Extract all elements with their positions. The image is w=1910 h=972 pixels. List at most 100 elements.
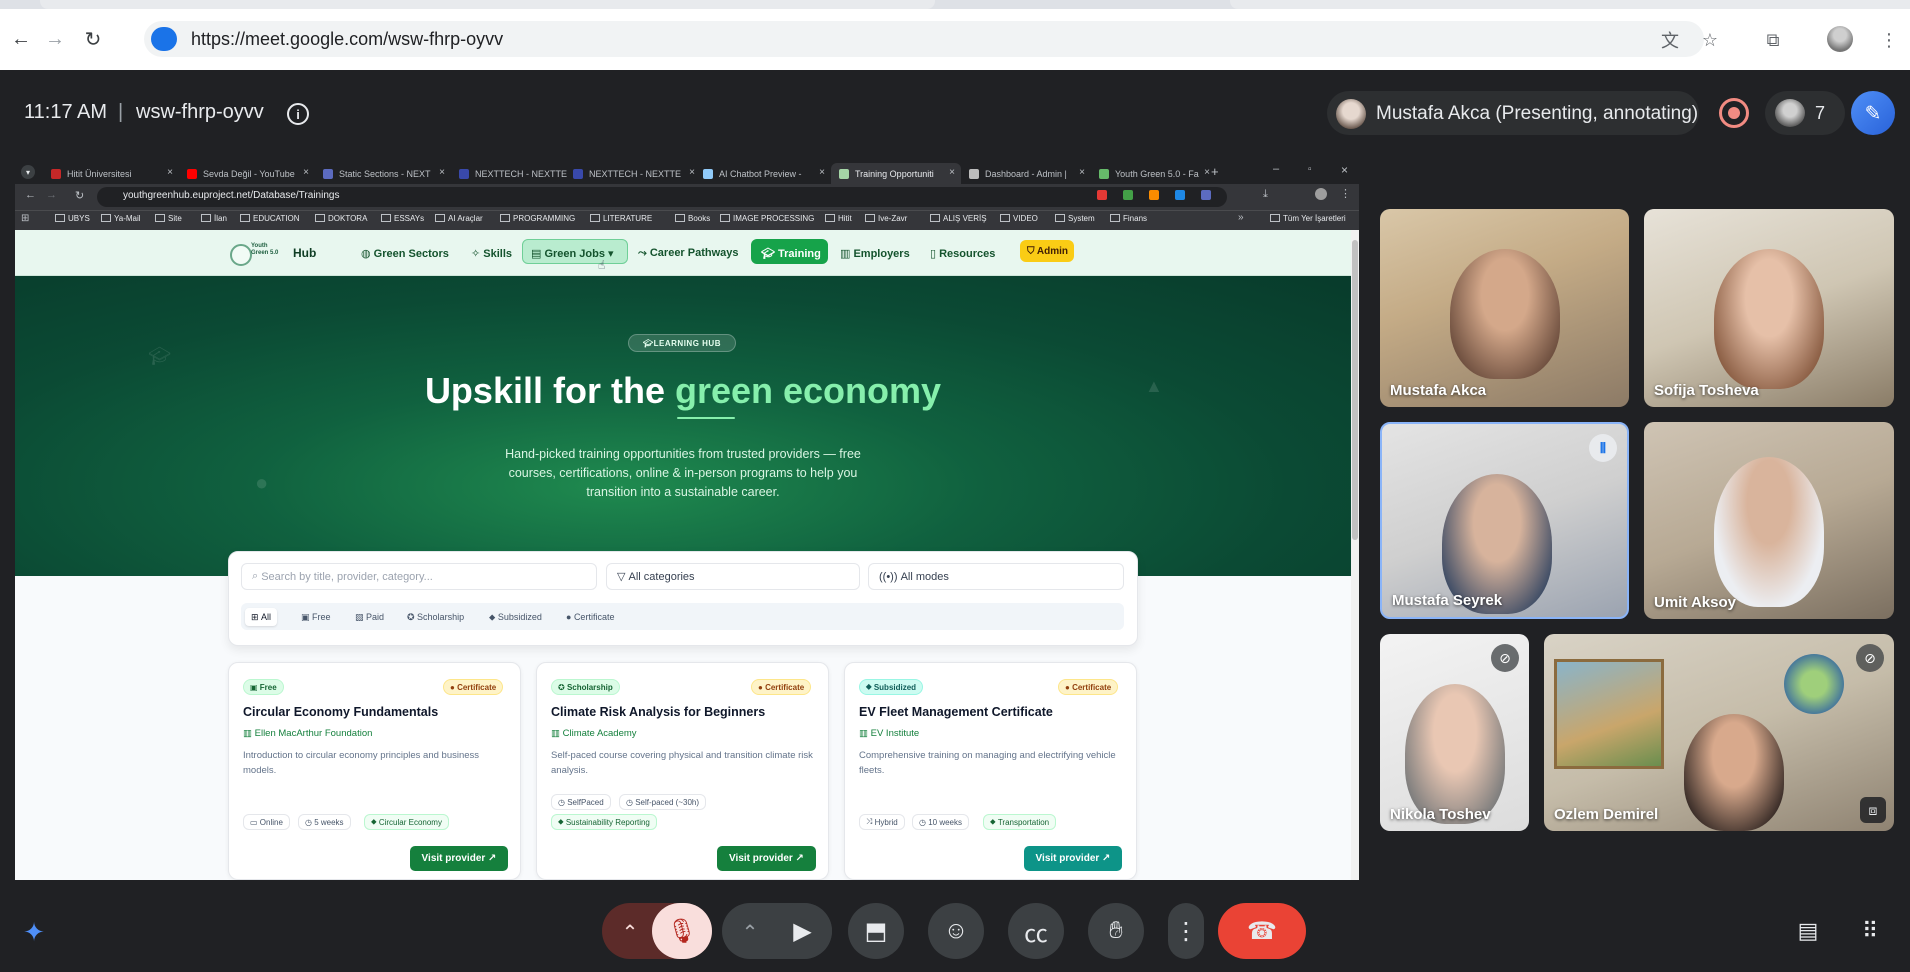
search-input[interactable]: ⌕ Search by title, provider, category... <box>241 563 597 590</box>
mic-options-chevron-icon[interactable]: ⌃ <box>610 912 650 952</box>
shared-tab[interactable]: Dashboard - Admin | × <box>961 163 1091 184</box>
shared-tab[interactable]: Youth Green 5.0 - Fa × <box>1091 163 1216 184</box>
visit-provider-button[interactable]: Visit provider ↗ <box>410 846 508 871</box>
bookmark-item[interactable]: Hitit <box>825 214 852 223</box>
chip-subsidized[interactable]: ⬥ Subsidized <box>483 608 548 626</box>
profile-avatar[interactable] <box>1827 26 1853 52</box>
reload-icon[interactable]: ↻ <box>78 24 108 54</box>
tab-close-icon[interactable]: × <box>819 167 825 178</box>
recording-icon[interactable] <box>1719 98 1749 128</box>
chat-icon[interactable]: ▤ <box>1793 916 1823 946</box>
activities-grid-icon[interactable]: ⠿ <box>1855 916 1885 946</box>
participant-tile[interactable]: Umit Aksoy <box>1644 422 1894 619</box>
bookmark-item[interactable]: İlan <box>201 214 227 223</box>
bookmark-item[interactable]: UBYS <box>55 214 90 223</box>
participant-tile[interactable]: ⊘ Ozlem Demirel ⧈ <box>1544 634 1894 831</box>
nav-training[interactable]: 🎓︎ Training <box>761 247 821 260</box>
site-logo-icon[interactable] <box>230 244 252 266</box>
mode-select[interactable]: ((•)) All modes <box>868 563 1124 590</box>
minimize-icon[interactable]: – <box>1273 163 1279 175</box>
bookmark-item-all[interactable]: Tüm Yer İşaretleri <box>1270 214 1346 223</box>
extensions-icon[interactable]: ⧉ <box>1760 27 1786 53</box>
tab-close-icon[interactable]: × <box>1204 167 1210 178</box>
raise-hand-button[interactable]: ✋︎ <box>1088 903 1144 959</box>
bookmark-item[interactable]: Books <box>675 214 710 223</box>
extension-icon[interactable] <box>1175 190 1185 200</box>
bookmark-item[interactable]: PROGRAMMING <box>500 214 575 223</box>
shared-tab[interactable]: Hitit Üniversitesi × <box>43 163 179 184</box>
camera-options-chevron-icon[interactable]: ⌃ <box>730 912 770 952</box>
translate-icon[interactable]: 文 <box>1657 27 1683 53</box>
address-bar-url[interactable]: https://meet.google.com/wsw-fhrp-oyvv <box>191 29 503 50</box>
tab-close-icon[interactable]: × <box>167 167 173 178</box>
chip-scholarship[interactable]: ✪ Scholarship <box>401 608 470 626</box>
bookmark-item[interactable]: LITERATURE <box>590 214 652 223</box>
extension-icon[interactable] <box>1201 190 1211 200</box>
shared-profile-avatar[interactable] <box>1315 188 1327 200</box>
participant-tile[interactable]: Sofija Tosheva <box>1644 209 1894 407</box>
shared-tab[interactable]: Static Sections - NEXT × <box>315 163 451 184</box>
tab-close-icon[interactable]: × <box>439 167 445 178</box>
crop-icon[interactable]: ⧈ <box>1860 797 1886 823</box>
shared-url-text[interactable]: youthgreenhub.euproject.net/Database/Tra… <box>123 190 339 201</box>
download-icon[interactable]: ⤓ <box>1263 188 1268 201</box>
chip-free[interactable]: ▣ Free <box>295 608 337 626</box>
chip-certificate[interactable]: ● Certificate <box>560 608 620 626</box>
leave-call-button[interactable]: ☎︎ <box>1218 903 1306 959</box>
nav-green-sectors[interactable]: ◍ Green Sectors <box>361 247 449 260</box>
nav-career-pathways[interactable]: ⤳ Career Pathways <box>638 247 739 260</box>
shared-forward-icon[interactable]: → <box>46 189 57 201</box>
nav-resources[interactable]: ▯ Resources <box>930 247 995 260</box>
nav-skills[interactable]: ✧ Skills <box>471 247 512 260</box>
chip-paid[interactable]: ▧ Paid <box>349 608 390 626</box>
bookmark-item[interactable]: Ya-Mail <box>101 214 141 223</box>
extension-icon[interactable] <box>1097 190 1107 200</box>
tab-close-icon[interactable]: × <box>1079 167 1085 178</box>
shared-tab[interactable]: AI Chatbot Preview - × <box>695 163 831 184</box>
bookmark-item[interactable]: System <box>1055 214 1095 223</box>
bookmark-star-icon[interactable]: ☆ <box>1697 27 1723 53</box>
bookmark-item[interactable]: DOKTORA <box>315 214 367 223</box>
restore-icon[interactable]: ▫ <box>1308 164 1312 175</box>
meeting-info-icon[interactable]: i <box>287 103 309 125</box>
bookmark-item[interactable]: Ive-Zavr <box>865 214 907 223</box>
bookmark-item[interactable]: ESSAYs <box>381 214 424 223</box>
tab-close-icon[interactable]: × <box>303 167 309 178</box>
bookmarks-overflow-icon[interactable]: » <box>1238 212 1244 223</box>
apps-grid-icon[interactable]: ⊞ <box>21 213 29 224</box>
scrollbar-thumb[interactable] <box>1352 240 1358 540</box>
window-close-icon[interactable]: × <box>1341 163 1348 177</box>
bookmark-item[interactable]: VIDEO <box>1000 214 1038 223</box>
participant-tile[interactable]: ⊘ Nikola Toshev <box>1380 634 1529 831</box>
bookmark-item[interactable]: IMAGE PROCESSING <box>720 214 814 223</box>
reactions-button[interactable]: ☺ <box>928 903 984 959</box>
present-screen-button[interactable]: ⬒ <box>848 903 904 959</box>
bookmark-item[interactable]: Site <box>155 214 182 223</box>
bookmark-item[interactable]: EDUCATION <box>240 214 300 223</box>
visit-provider-button[interactable]: Visit provider ↗ <box>717 846 816 871</box>
shared-tab-active[interactable]: Training Opportuniti × <box>831 163 961 184</box>
site-scrollbar[interactable] <box>1351 230 1359 880</box>
forward-icon[interactable]: → <box>40 24 70 54</box>
visit-provider-button[interactable]: Visit provider ↗ <box>1024 846 1122 871</box>
shared-tab[interactable]: NEXTTECH - NEXTTE× <box>565 163 701 184</box>
nav-employers[interactable]: ▥ Employers <box>840 247 910 260</box>
back-icon[interactable]: ← <box>6 24 36 54</box>
tab-search-icon[interactable]: ▾ <box>21 165 35 179</box>
shared-reload-icon[interactable]: ↻ <box>75 189 84 202</box>
shared-tab[interactable]: Sevda Değil - YouTube × <box>179 163 315 184</box>
chrome-menu-icon[interactable]: ⋮ <box>1876 27 1902 53</box>
chip-all[interactable]: ⊞ All <box>245 608 278 626</box>
shared-menu-icon[interactable]: ⋮ <box>1340 187 1351 200</box>
category-select[interactable]: ▽ All categories <box>606 563 860 590</box>
annotate-pen-icon[interactable]: ✎ <box>1851 91 1895 135</box>
participant-tile-speaking[interactable]: ⦀ Mustafa Seyrek <box>1380 422 1629 619</box>
bookmark-item[interactable]: Finans <box>1110 214 1147 223</box>
extension-icon[interactable] <box>1149 190 1159 200</box>
shared-back-icon[interactable]: ← <box>25 189 36 201</box>
more-options-button[interactable]: ⋮ <box>1168 903 1204 959</box>
bookmark-item[interactable]: AI Araçlar <box>435 214 483 223</box>
new-tab-icon[interactable]: + <box>1211 164 1219 179</box>
site-hub-label[interactable]: Hub <box>293 246 316 260</box>
extension-icon[interactable] <box>1123 190 1133 200</box>
